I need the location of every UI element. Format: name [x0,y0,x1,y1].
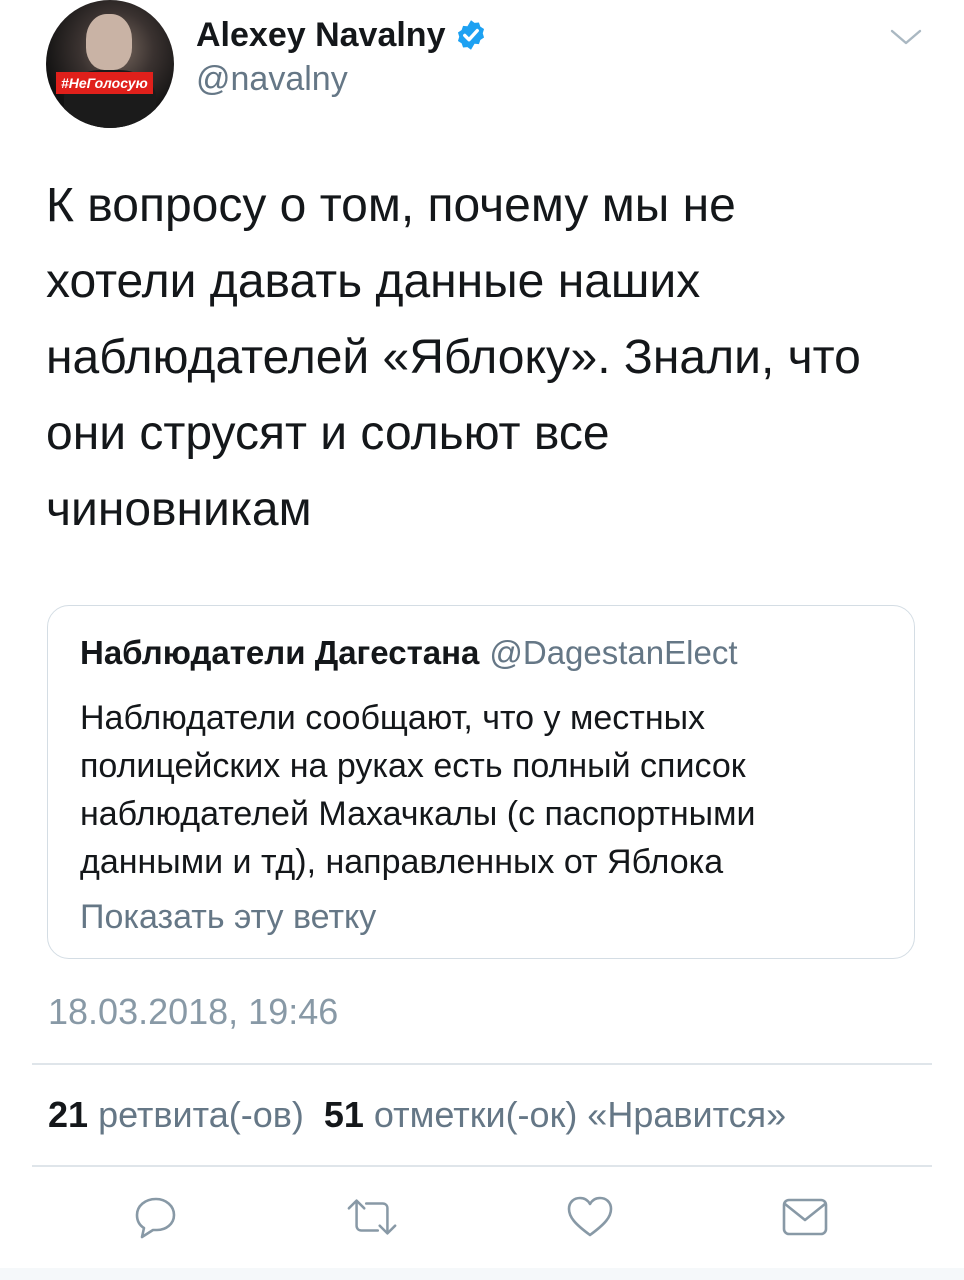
quoted-author-name: Наблюдатели Дагестана [80,634,480,671]
author-handle[interactable]: @navalny [196,58,348,100]
tweet-text: К вопросу о том, почему мы не хотели дав… [46,168,926,548]
reply-icon [135,1197,176,1239]
author-name[interactable]: Alexey Navalny [196,14,446,56]
verified-badge-icon [457,20,484,50]
tweet-line: наблюдателей «Яблоку». Знали, что [46,331,861,384]
tweet-line: чиновникам [46,483,312,536]
envelope-icon [782,1198,828,1236]
like-button[interactable] [563,1190,617,1244]
direct-message-button[interactable] [778,1190,832,1244]
tweet-line: они струсят и сольют все [46,407,610,460]
likes-stat[interactable]: 51 отметки(-ок) «Нравится» [324,1094,786,1135]
quoted-tweet-header: Наблюдатели Дагестана @DagestanElect [80,632,738,674]
tweet-timestamp: 18.03.2018, 19:46 [48,991,339,1032]
tweet-line: хотели давать данные наших [46,255,701,308]
quoted-tweet-card[interactable]: Наблюдатели Дагестана @DagestanElect Набл… [47,605,915,959]
quoted-tweet-text: Наблюдатели сообщают, что у местных поли… [80,694,900,886]
bottom-separator [0,1268,964,1280]
tweet-line: К вопросу о том, почему мы не [46,179,736,232]
quoted-tweet-line: полицейских на руках есть полный список [80,747,746,785]
avatar-hashtag-banner: #НеГолосую [56,72,153,94]
heart-icon [567,1196,613,1237]
reply-button[interactable] [129,1190,183,1244]
avatar[interactable]: #НеГолосую [46,0,174,128]
retweets-stat[interactable]: 21 ретвита(-ов) [48,1094,304,1135]
divider [32,1063,932,1065]
retweet-icon [347,1199,397,1235]
quoted-tweet-line: наблюдателей Махачкалы (с паспортными [80,795,756,833]
author-name-line: Alexey Navalny [196,14,488,56]
likes-count: 51 [323,1094,364,1135]
likes-label: отметки(-ок) «Нравится» [373,1094,787,1135]
tweet-action-bar [0,1190,964,1244]
quoted-tweet-line: Наблюдатели сообщают, что у местных [80,699,706,737]
chevron-down-icon[interactable] [888,26,924,48]
quoted-author-handle: @DagestanElect [489,634,738,671]
avatar-face [86,14,132,70]
divider [32,1165,932,1167]
retweet-button[interactable] [345,1190,399,1244]
retweets-count: 21 [48,1094,89,1135]
quoted-tweet-line: данными и тд), направленных от Яблока [80,843,724,881]
engagement-stats: 21 ретвита(-ов) 51 отметки(-ок) «Нравится… [48,1092,786,1138]
retweets-label: ретвита(-ов) [98,1094,304,1135]
show-thread-link[interactable]: Показать эту ветку [80,896,376,938]
